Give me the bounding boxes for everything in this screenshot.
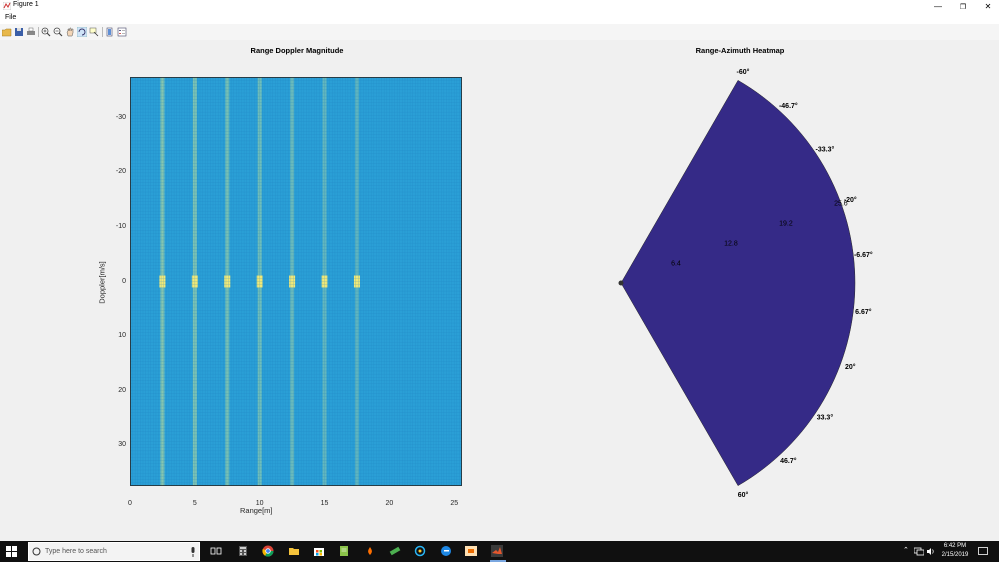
range-doppler-title: Range Doppler Magnitude bbox=[250, 46, 344, 55]
minimize-button[interactable]: — bbox=[925, 0, 951, 13]
zoom-in-icon[interactable] bbox=[41, 27, 51, 37]
window-title: Figure 1 bbox=[13, 1, 39, 8]
zoom-out-icon[interactable] bbox=[53, 27, 63, 37]
matlab-figure-icon bbox=[3, 2, 11, 10]
rotate-3d-icon[interactable] bbox=[77, 27, 87, 37]
colorbar-icon[interactable] bbox=[105, 27, 115, 37]
close-icon: ✕ bbox=[984, 2, 992, 11]
range-doppler-heatmap bbox=[130, 77, 462, 486]
figure-canvas: Range Doppler Magnitude -30 -20 -10 0 10 20 30… bbox=[0, 40, 999, 541]
menu-file[interactable]: File bbox=[5, 14, 16, 21]
menu-bar: File bbox=[0, 13, 999, 24]
restore-icon: ❐ bbox=[959, 3, 967, 11]
title-bar: Figure 1 — ❐ ✕ bbox=[0, 0, 999, 13]
figure-toolbar bbox=[0, 24, 999, 41]
minimize-icon: — bbox=[934, 2, 942, 11]
maximize-button[interactable]: ❐ bbox=[950, 0, 976, 13]
pan-hand-icon[interactable] bbox=[65, 27, 75, 37]
range-doppler-axes[interactable] bbox=[130, 77, 462, 486]
open-folder-icon[interactable] bbox=[2, 27, 12, 37]
legend-icon[interactable] bbox=[117, 27, 127, 37]
data-cursor-icon[interactable] bbox=[89, 27, 99, 37]
print-icon[interactable] bbox=[26, 27, 36, 37]
save-icon[interactable] bbox=[14, 27, 24, 37]
toolbar-separator bbox=[38, 27, 39, 37]
close-button[interactable]: ✕ bbox=[975, 0, 999, 13]
toolbar-separator bbox=[102, 27, 103, 37]
